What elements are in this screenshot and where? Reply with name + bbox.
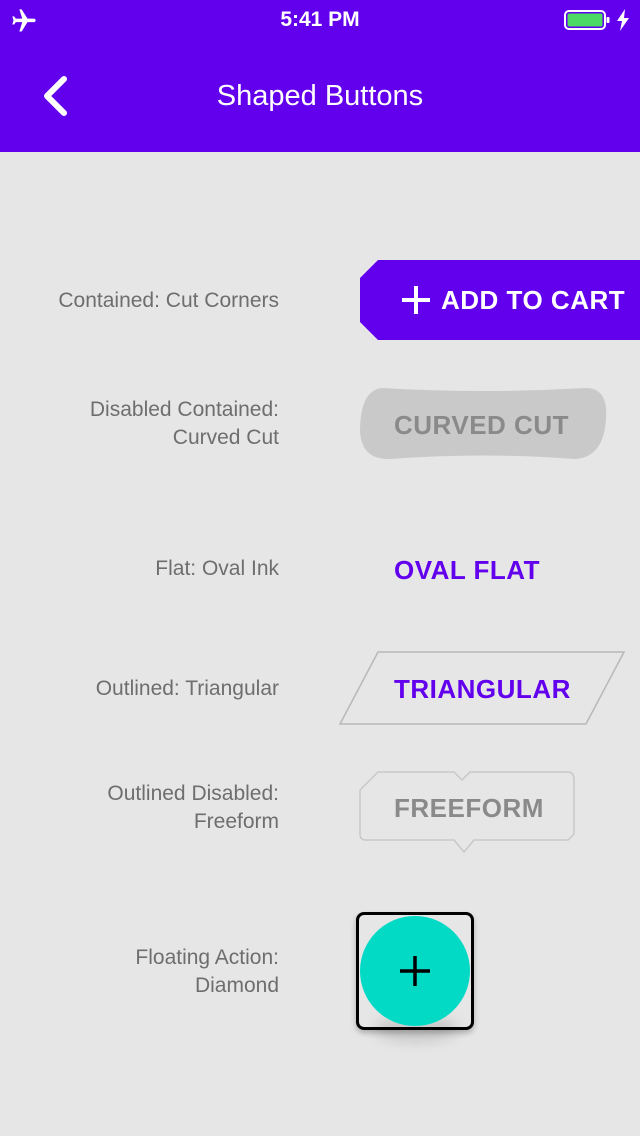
- floating-action-label: Floating Action: Diamond: [135, 944, 279, 1000]
- page-title: Shaped Buttons: [216, 80, 424, 112]
- oval-flat-button[interactable]: OVAL FLAT: [376, 540, 556, 600]
- outlined-disabled-label-line1: Outlined Disabled:: [107, 782, 279, 805]
- flat-oval-ink-label: Flat: Oval Ink: [155, 557, 279, 580]
- triangular-button[interactable]: TRIANGULAR: [338, 651, 626, 725]
- triangular-label: TRIANGULAR: [394, 674, 571, 704]
- charging-bolt-icon: [617, 9, 629, 31]
- outlined-disabled-label: Outlined Disabled: Freeform: [107, 780, 279, 836]
- outlined-disabled-label-line2: Freeform: [193, 810, 279, 833]
- navigation-bar: Shaped Buttons: [0, 40, 640, 152]
- freeform-label: FREEFORM: [394, 793, 544, 823]
- disabled-contained-label-line2: Curved Cut: [172, 426, 279, 449]
- plus-icon: [400, 956, 430, 986]
- floating-action-label-line2: Diamond: [194, 974, 279, 997]
- curved-cut-button[interactable]: CURVED CUT: [360, 388, 608, 462]
- contained-cut-corners-label: Contained: Cut Corners: [58, 289, 279, 312]
- status-time: 5:41 PM: [280, 8, 360, 31]
- oval-flat-label: OVAL FLAT: [394, 555, 541, 585]
- floating-action-button[interactable]: [356, 912, 474, 1042]
- add-to-cart-button[interactable]: ADD TO CART: [360, 260, 640, 340]
- outlined-triangular-label: Outlined: Triangular: [95, 677, 279, 700]
- battery-icon: [564, 10, 610, 30]
- curved-cut-label: CURVED CUT: [394, 410, 569, 440]
- freeform-button[interactable]: FREEFORM: [358, 770, 578, 856]
- add-to-cart-label: ADD TO CART: [441, 285, 626, 315]
- plus-icon: [402, 286, 430, 314]
- floating-action-label-line1: Floating Action:: [135, 946, 279, 969]
- status-bar: 5:41 PM: [0, 0, 640, 40]
- disabled-contained-label: Disabled Contained: Curved Cut: [90, 396, 279, 452]
- disabled-contained-label-line1: Disabled Contained:: [89, 398, 279, 421]
